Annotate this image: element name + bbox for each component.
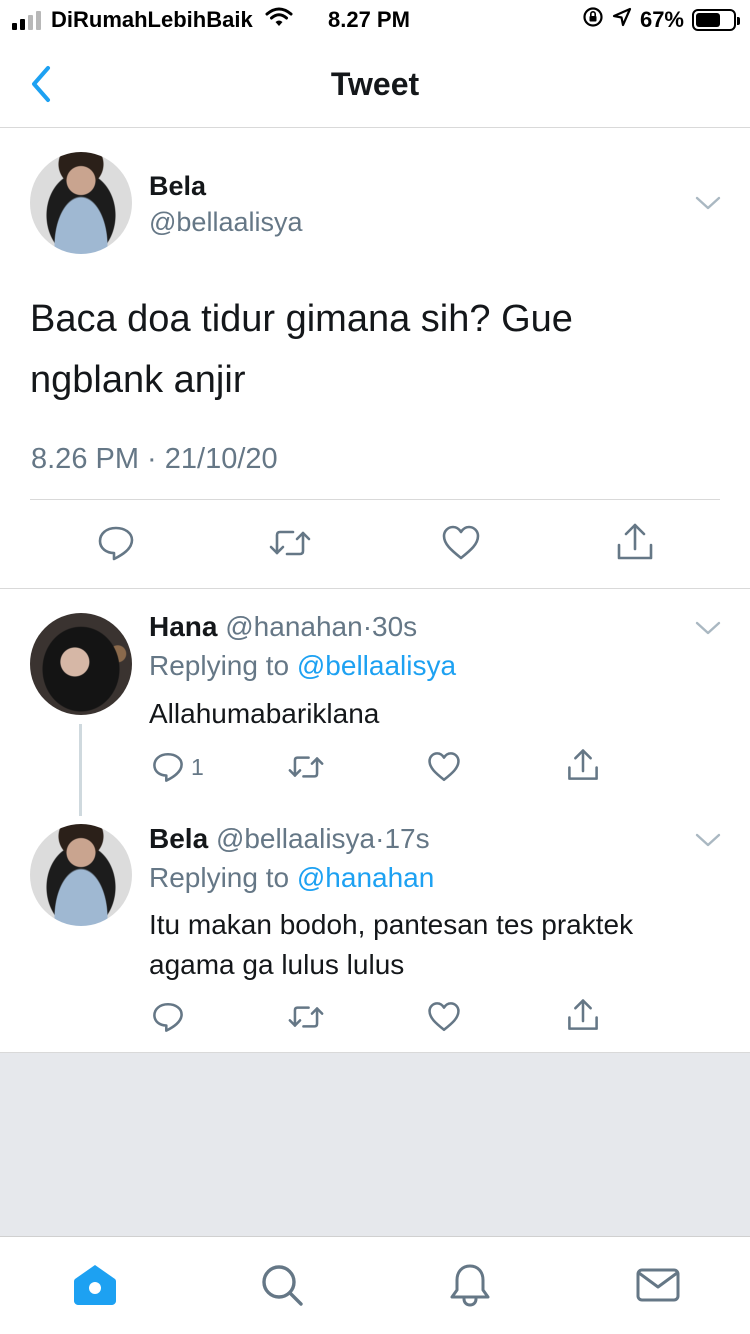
like-icon [428, 1002, 460, 1032]
like-icon [442, 525, 480, 560]
tweet-options-button[interactable] [694, 832, 722, 848]
reply-button[interactable] [96, 523, 136, 563]
tweet-detail-screen: DiRumahLebihBaik 8.27 PM 67% Tweet Bela … [0, 0, 750, 1334]
mention-link[interactable]: @bellaalisya [297, 650, 456, 681]
share-icon [568, 999, 598, 1030]
divider [30, 499, 720, 500]
reply-tweet[interactable]: Bela @bellaalisya·17s Replying to @hanah… [0, 804, 750, 1052]
share-button[interactable] [566, 997, 600, 1033]
author-name[interactable]: Bela [149, 171, 206, 202]
status-bar: DiRumahLebihBaik 8.27 PM 67% [0, 0, 750, 40]
avatar[interactable] [30, 152, 132, 254]
author-handle[interactable]: @bellaalisya [216, 823, 375, 854]
search-icon [262, 1265, 303, 1306]
like-button[interactable] [427, 1000, 461, 1034]
tweet-timestamp: 8.26 PM · 21/10/20 [31, 443, 278, 475]
carrier-name: DiRumahLebihBaik [51, 7, 253, 32]
tweet-text: Allahumabariklana [149, 698, 380, 729]
tweet-options-button[interactable] [694, 620, 722, 636]
avatar[interactable] [30, 613, 132, 715]
replying-prefix: Replying to [149, 862, 290, 893]
notifications-icon [450, 1264, 490, 1307]
empty-area [0, 1053, 750, 1236]
like-button[interactable] [441, 523, 481, 563]
chevron-down-icon [695, 833, 721, 847]
reply-tweet[interactable]: Hana @hanahan·30s Replying to @bellaalis… [0, 590, 750, 804]
battery-percentage: 67% [639, 7, 684, 32]
replying-prefix: Replying to [149, 650, 290, 681]
tweet-options-button[interactable] [694, 195, 722, 211]
navigation-bar: Tweet [0, 40, 750, 128]
reply-icon [98, 526, 134, 561]
reply-button[interactable] [151, 1000, 185, 1034]
main-tweet: Bela @bellaalisya Baca doa tidur gimana … [0, 129, 750, 589]
messages-icon [636, 1268, 680, 1302]
separator-dot: · [362, 611, 373, 642]
reply-header: Hana @hanahan·30s [149, 611, 417, 643]
battery-icon [692, 9, 740, 31]
tab-search[interactable] [258, 1261, 306, 1309]
status-time: 8.27 PM [328, 7, 410, 32]
tab-bar [0, 1236, 750, 1334]
tweet-actions [0, 521, 750, 571]
share-button[interactable] [615, 521, 655, 563]
location-icon [612, 7, 632, 33]
page-title: Tweet [330, 66, 420, 102]
reply-age: 30s [372, 611, 418, 642]
retweet-icon [288, 1006, 324, 1028]
tab-notifications[interactable] [446, 1261, 494, 1309]
author-name[interactable]: Hana [149, 611, 217, 642]
orientation-lock-icon [582, 6, 604, 34]
reply-icon [153, 752, 183, 782]
author-handle[interactable]: @bellaalisya [149, 207, 302, 238]
signal-icon [12, 10, 41, 30]
home-icon [74, 1265, 116, 1305]
author-handle[interactable]: @hanahan [225, 611, 362, 642]
reply-header: Bela @bellaalisya·17s [149, 823, 430, 855]
retweet-icon [288, 756, 324, 778]
reply-button[interactable]: 1 [151, 750, 204, 784]
chevron-down-icon [695, 196, 721, 210]
like-button[interactable] [427, 750, 461, 784]
chevron-down-icon [695, 621, 721, 635]
tweet-text: Itu makan bodoh, pantesan tes praktek ag… [149, 909, 634, 980]
replying-to: Replying to @hanahan [149, 862, 434, 894]
retweet-icon [269, 530, 311, 556]
retweet-button[interactable] [268, 523, 312, 563]
battery-level-fill [696, 13, 721, 27]
share-button[interactable] [566, 747, 600, 783]
mention-link[interactable]: @hanahan [297, 862, 434, 893]
replying-to: Replying to @bellaalisya [149, 650, 456, 682]
retweet-button[interactable] [287, 1000, 325, 1034]
reply-count: 1 [191, 753, 204, 780]
reply-age: 17s [384, 823, 430, 854]
tab-home[interactable] [71, 1261, 119, 1309]
share-icon [568, 749, 598, 780]
wifi-icon [265, 7, 293, 33]
like-icon [428, 752, 460, 782]
retweet-button[interactable] [287, 750, 325, 784]
avatar[interactable] [30, 824, 132, 926]
tab-messages[interactable] [634, 1261, 682, 1309]
author-name[interactable]: Bela [149, 823, 208, 854]
share-icon [617, 523, 653, 560]
reply-icon [153, 1002, 183, 1032]
tweet-text: Baca doa tidur gimana sih? Gue ngblank a… [30, 298, 573, 401]
